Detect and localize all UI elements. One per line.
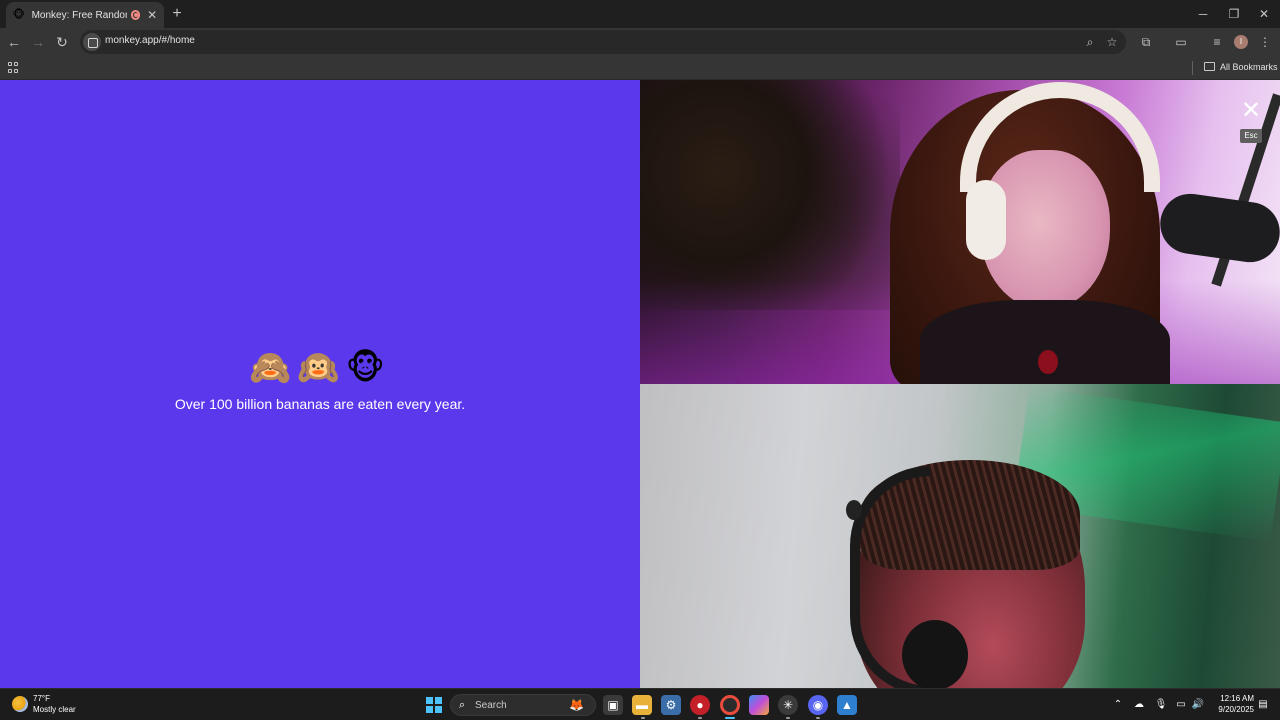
restore-button[interactable]: ❐ (1219, 4, 1249, 24)
new-tab-button[interactable]: + (168, 5, 186, 23)
weather-icon[interactable] (12, 696, 28, 712)
esc-tooltip: Esc (1240, 129, 1262, 143)
close-call-button[interactable]: ✕ (1240, 99, 1262, 123)
apps-grid-icon[interactable] (8, 62, 19, 73)
bookmark-star-icon[interactable]: ☆ (1104, 34, 1120, 50)
url-text[interactable]: monkey.app/#/home (105, 35, 195, 46)
copilot-icon[interactable] (749, 695, 769, 715)
minimize-button[interactable]: ─ (1188, 4, 1218, 24)
waiting-panel: 🙈🙉🐵 Over 100 billion bananas are eaten e… (0, 80, 640, 688)
folder-icon (1204, 62, 1215, 71)
local-video (640, 384, 1280, 688)
running-indicator (786, 717, 790, 719)
taskbar-search[interactable]: ⌕ Search 🦊 (450, 694, 596, 716)
headset-mic (846, 500, 862, 520)
window-close-button[interactable]: ✕ (1249, 4, 1279, 24)
tab-title: Monkey: Free Random Vide (31, 9, 127, 21)
zoom-icon[interactable]: ⌕ (1082, 34, 1098, 50)
record-app-icon[interactable]: ● (690, 695, 710, 715)
tab-strip: 🐵 Monkey: Free Random Vide ✕ + ─ ❐ ✕ (0, 0, 1280, 28)
media-icon[interactable]: ▭ (1172, 33, 1190, 51)
monkey-favicon-icon: 🐵 (12, 9, 26, 21)
headset-cup (902, 620, 968, 688)
tab-close-icon[interactable]: ✕ (146, 8, 158, 22)
weather-temperature[interactable]: 77°F (33, 694, 50, 703)
headphone-cup (966, 180, 1006, 260)
remote-video (640, 80, 1280, 384)
site-info-icon[interactable] (83, 33, 101, 51)
search-highlight-icon: 🦊 (569, 698, 584, 712)
notification-icon[interactable]: ▤ (1256, 698, 1270, 712)
microphone-tray-icon[interactable]: 🎙 (1154, 698, 1168, 712)
page-content: 🙈🙉🐵 Over 100 billion bananas are eaten e… (0, 80, 1280, 688)
profile-avatar[interactable]: I (1234, 35, 1248, 49)
start-button[interactable] (426, 697, 442, 713)
cloud-icon[interactable]: ☁ (1132, 698, 1146, 712)
search-icon: ⌕ (459, 699, 466, 711)
chrome-icon[interactable] (720, 695, 740, 715)
menu-icon[interactable]: ⋮ (1256, 33, 1274, 51)
fun-fact-text: Over 100 billion bananas are eaten every… (174, 396, 466, 412)
tab-monkey[interactable]: 🐵 Monkey: Free Random Vide ✕ (6, 2, 164, 28)
monkey-emojis: 🙈🙉🐵 (249, 349, 391, 387)
recording-indicator-icon (130, 10, 141, 20)
search-label: Search (475, 700, 507, 711)
all-bookmarks-link[interactable]: All Bookmarks (1220, 62, 1278, 72)
photos-icon[interactable]: ▲ (837, 695, 857, 715)
back-button[interactable]: ← (4, 32, 24, 52)
discord-icon[interactable]: ◉ (808, 695, 828, 715)
necklace-pendant (1038, 350, 1058, 374)
extensions-icon[interactable]: ⧉ (1137, 33, 1155, 51)
windows-taskbar: 77°F Mostly clear ⌕ Search 🦊 ▣ ▬ ⚙ ● ✳ ◉… (0, 688, 1280, 720)
bookmarks-divider (1192, 61, 1193, 75)
chatgpt-icon[interactable]: ✳ (778, 695, 798, 715)
running-indicator (698, 717, 702, 719)
chevron-up-icon[interactable]: ⌃ (1111, 698, 1125, 712)
task-view-icon[interactable]: ▣ (603, 695, 623, 715)
network-icon[interactable]: ▭ (1174, 698, 1188, 712)
reading-list-icon[interactable]: ≡ (1208, 33, 1226, 51)
clock-time[interactable]: 12:16 AM (1214, 694, 1254, 703)
background-foliage (640, 80, 900, 310)
address-bar[interactable]: monkey.app/#/home ⌕ ☆ (80, 30, 1126, 54)
browser-toolbar: ← → ↻ monkey.app/#/home ⌕ ☆ ⧉ ▭ ≡ I ⋮ (0, 28, 1280, 56)
reload-button[interactable]: ↻ (52, 32, 72, 52)
forward-button[interactable]: → (28, 32, 48, 52)
microphone-icon (1156, 189, 1280, 267)
clock-date[interactable]: 9/20/2025 (1206, 705, 1254, 714)
volume-icon[interactable]: 🔊 (1191, 698, 1205, 712)
settings-icon[interactable]: ⚙ (661, 695, 681, 715)
weather-description[interactable]: Mostly clear (33, 705, 76, 714)
bookmarks-bar: All Bookmarks (0, 56, 1280, 80)
running-indicator (641, 717, 645, 719)
active-indicator (725, 717, 735, 719)
running-indicator (816, 717, 820, 719)
file-explorer-icon[interactable]: ▬ (632, 695, 652, 715)
